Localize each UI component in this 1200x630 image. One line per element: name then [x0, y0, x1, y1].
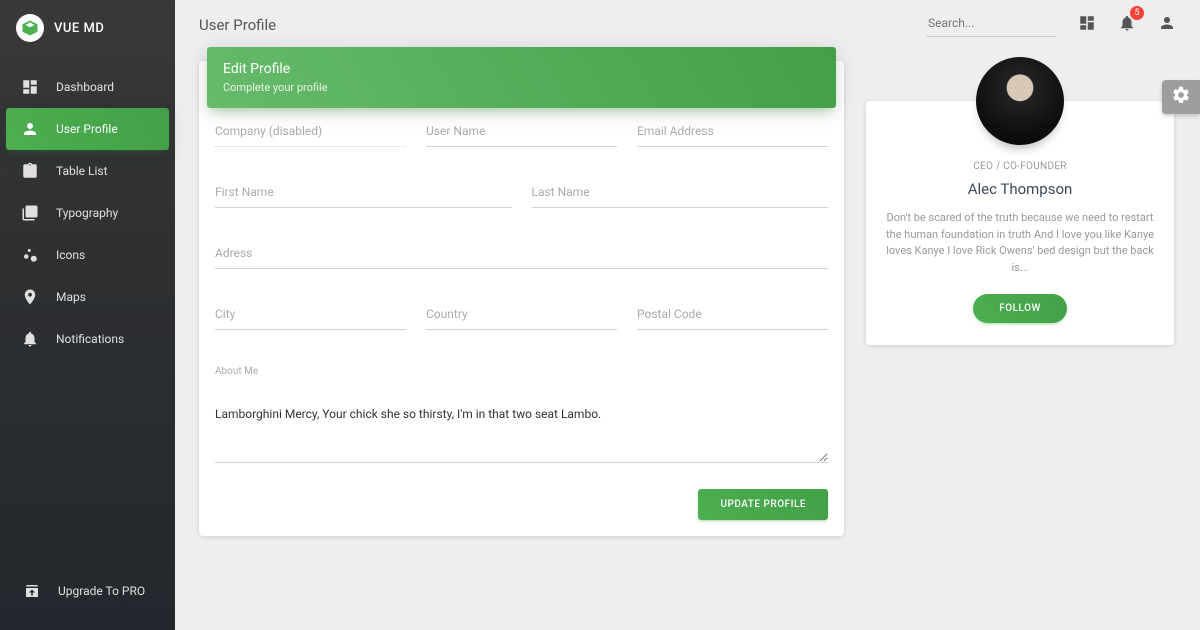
username-input[interactable]: [426, 122, 617, 147]
profile-name: Alec Thompson: [884, 180, 1156, 198]
address-input[interactable]: [215, 244, 828, 269]
sidebar-item-maps[interactable]: Maps: [6, 276, 169, 318]
nav-label: Upgrade To PRO: [58, 584, 145, 598]
brand-logo: [16, 14, 44, 42]
nav-label: Notifications: [56, 332, 124, 346]
about-textarea[interactable]: [215, 403, 828, 463]
nav-label: Icons: [56, 248, 85, 262]
search-input[interactable]: [926, 12, 1056, 37]
follow-button[interactable]: FOLLOW: [973, 294, 1067, 323]
card-title: Edit Profile: [223, 61, 820, 77]
gear-icon: [1171, 85, 1191, 109]
country-input[interactable]: [426, 305, 617, 330]
email-input[interactable]: [637, 122, 828, 147]
sidebar-item-upgrade[interactable]: Upgrade To PRO: [18, 572, 157, 610]
profile-card: CEO / CO-FOUNDER Alec Thompson Don't be …: [866, 101, 1174, 345]
library-icon: [20, 204, 40, 222]
bell-icon: [20, 330, 40, 348]
settings-tab[interactable]: [1162, 80, 1200, 114]
person-icon: [20, 120, 40, 138]
sidebar: VUE MD Dashboard User Profile Table List…: [0, 0, 175, 630]
account-icon[interactable]: [1158, 14, 1176, 36]
edit-profile-card: Edit Profile Complete your profile Compa…: [199, 61, 844, 536]
card-header: Edit Profile Complete your profile: [207, 47, 836, 108]
card-subtitle: Complete your profile: [223, 81, 820, 94]
page-title: User Profile: [199, 16, 276, 34]
nav-list: Dashboard User Profile Table List Typogr…: [0, 56, 175, 370]
content: Edit Profile Complete your profile Compa…: [175, 41, 1200, 556]
topbar: User Profile 5: [175, 0, 1200, 41]
nav-label: Typography: [56, 206, 118, 220]
lastname-input[interactable]: [532, 183, 829, 208]
nav-label: User Profile: [56, 122, 118, 136]
dashboard-shortcut-icon[interactable]: [1078, 14, 1096, 36]
sidebar-item-table-list[interactable]: Table List: [6, 150, 169, 192]
avatar: [976, 57, 1064, 145]
notifications-icon[interactable]: 5: [1118, 14, 1136, 36]
sidebar-item-notifications[interactable]: Notifications: [6, 318, 169, 360]
update-profile-button[interactable]: UPDATE PROFILE: [698, 489, 828, 520]
sidebar-item-typography[interactable]: Typography: [6, 192, 169, 234]
brand[interactable]: VUE MD: [0, 0, 175, 56]
company-input: [215, 122, 406, 147]
nav-label: Dashboard: [56, 80, 114, 94]
clipboard-icon: [20, 162, 40, 180]
location-icon: [20, 288, 40, 306]
nav-label: Maps: [56, 290, 86, 304]
profile-role: CEO / CO-FOUNDER: [884, 161, 1156, 172]
sidebar-item-dashboard[interactable]: Dashboard: [6, 66, 169, 108]
bubble-icon: [20, 246, 40, 264]
upgrade-section: Upgrade To PRO: [0, 558, 175, 630]
brand-name: VUE MD: [54, 21, 104, 36]
form: Company (disabled) User Name Email Addre…: [215, 116, 828, 520]
city-input[interactable]: [215, 305, 406, 330]
firstname-input[interactable]: [215, 183, 512, 208]
dashboard-icon: [20, 78, 40, 96]
profile-bio: Don't be scared of the truth because we …: [884, 210, 1156, 276]
notification-badge: 5: [1130, 6, 1144, 20]
sidebar-item-user-profile[interactable]: User Profile: [6, 108, 169, 150]
nav-label: Table List: [56, 164, 108, 178]
main: User Profile 5 Edit Profile Complete you…: [175, 0, 1200, 630]
postal-input[interactable]: [637, 305, 828, 330]
sidebar-item-icons[interactable]: Icons: [6, 234, 169, 276]
about-label: About Me: [215, 366, 828, 377]
unarchive-icon: [22, 582, 42, 600]
